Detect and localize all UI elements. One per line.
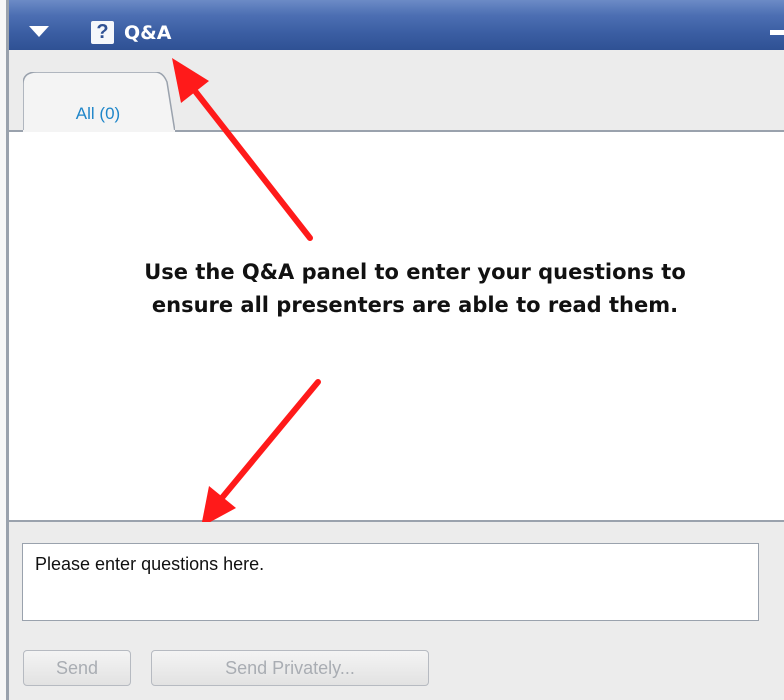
arrow-to-title (172, 58, 313, 241)
question-compose-area: Please enter questions here. Send Send P… (9, 522, 784, 700)
qa-panel-window: ? Q&A All (0) Use the Q&A panel to enter… (0, 0, 784, 700)
question-input[interactable]: Please enter questions here. (22, 543, 759, 621)
send-privately-button[interactable]: Send Privately... (151, 650, 429, 686)
send-button[interactable]: Send (23, 650, 131, 686)
arrow-to-input (201, 379, 321, 527)
